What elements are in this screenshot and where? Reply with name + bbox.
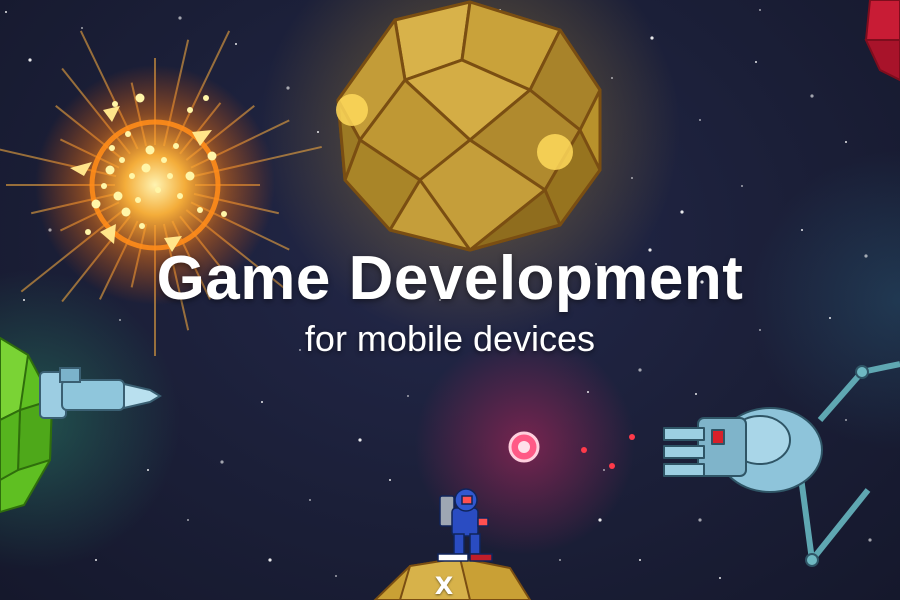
- game-scene: X Game Development for mobile devices: [0, 0, 900, 600]
- page-title: Game Development: [156, 244, 744, 313]
- page-subtitle: for mobile devices: [304, 318, 596, 359]
